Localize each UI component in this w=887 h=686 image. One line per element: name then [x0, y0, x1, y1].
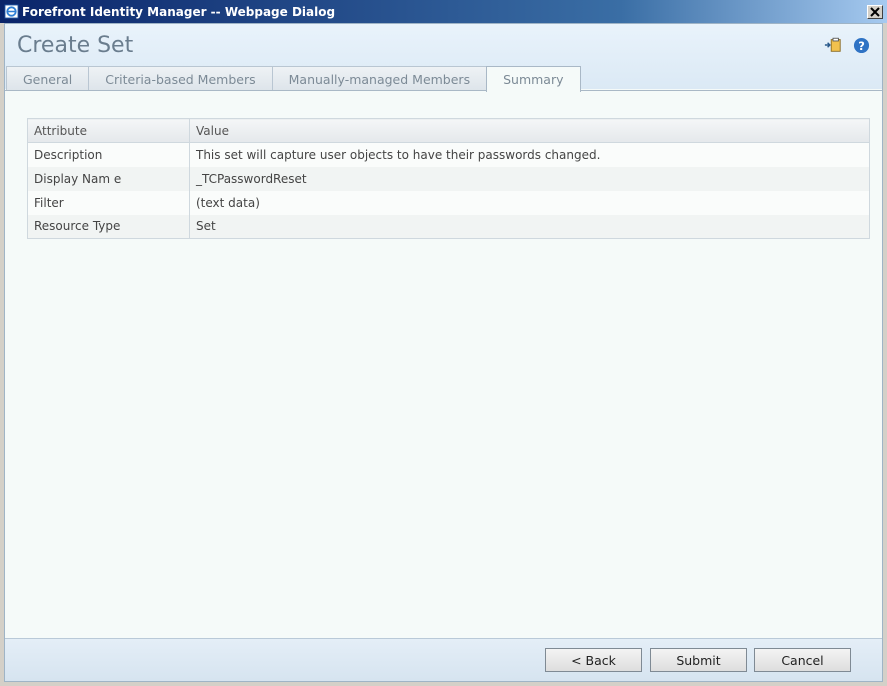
summary-table: Attribute Value Description This set wil…: [27, 118, 870, 239]
help-icon[interactable]: ?: [852, 36, 870, 54]
table-row: Filter (text data): [27, 190, 870, 215]
table-header-row: Attribute Value: [27, 118, 870, 143]
close-icon: [870, 6, 880, 17]
value-cell: (text data): [196, 195, 260, 210]
attribute-cell: Description: [27, 142, 190, 167]
window-title: Forefront Identity Manager -- Webpage Di…: [22, 4, 336, 19]
table-row: Description This set will capture user o…: [27, 142, 870, 167]
attribute-cell: Display Nam e: [27, 166, 190, 191]
value-cell: This set will capture user objects to ha…: [196, 147, 601, 162]
submit-button[interactable]: Submit: [650, 648, 747, 672]
page-title: Create Set: [17, 33, 134, 58]
internet-explorer-icon: [3, 4, 19, 20]
table-row: Resource Type Set: [27, 214, 870, 239]
close-button[interactable]: [867, 4, 883, 19]
value-cell: _TCPasswordReset: [189, 166, 870, 191]
tab-summary[interactable]: Summary: [486, 66, 581, 92]
table-row: Display Nam e _TCPasswordReset: [27, 166, 870, 191]
cancel-button[interactable]: Cancel: [754, 648, 851, 672]
column-header-attribute: Attribute: [27, 118, 190, 143]
window-title-bar: Forefront Identity Manager -- Webpage Di…: [0, 0, 887, 23]
svg-text:?: ?: [858, 38, 865, 52]
tab-manually-managed-members[interactable]: Manually-managed Members: [271, 66, 488, 91]
back-button[interactable]: < Back: [545, 648, 642, 672]
tab-divider: [5, 90, 882, 91]
tab-general[interactable]: General: [6, 66, 90, 91]
attribute-cell: Filter: [27, 190, 190, 215]
dialog-footer: < Back Submit Cancel: [5, 638, 882, 681]
dialog-body: Create Set ? General Criteria-based Memb…: [4, 23, 883, 682]
header-toolbar: ?: [824, 36, 870, 54]
value-cell: Set: [189, 214, 870, 239]
attribute-cell: Resource Type: [27, 214, 190, 239]
tab-criteria-based-members[interactable]: Criteria-based Members: [88, 66, 273, 91]
tab-strip: General Criteria-based Members Manually-…: [6, 66, 581, 92]
add-to-clipboard-icon[interactable]: [824, 36, 842, 54]
column-header-value: Value: [189, 118, 870, 143]
